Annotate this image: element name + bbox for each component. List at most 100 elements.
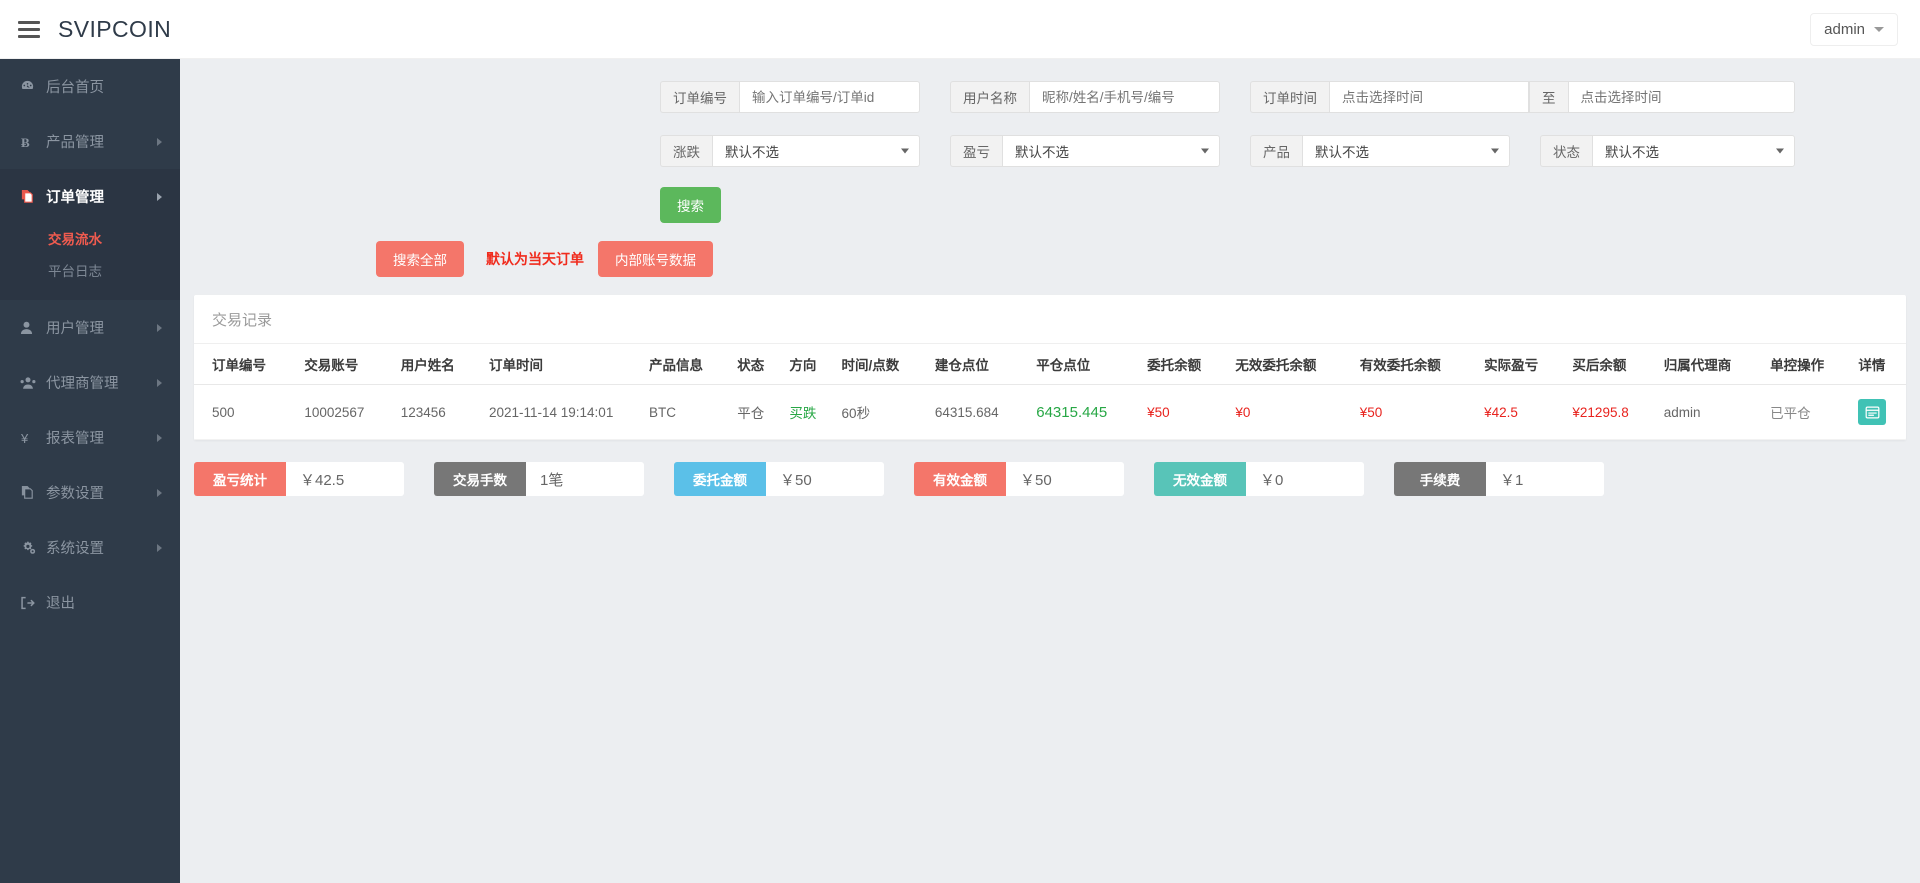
cell-close-price: 64315.445 [1030,384,1142,440]
sidebar-item-system-row[interactable]: 系统设置 [0,520,180,575]
stat-valid-amount: 有效金额 ￥50 [914,462,1124,496]
col-direction: 方向 [783,344,836,385]
sidebar-subitem-trade-flow[interactable]: 交易流水 [0,224,180,256]
order-time-to-input[interactable] [1567,81,1795,113]
chevron-down-icon [901,148,909,154]
filter-rise-fall: 涨跌 默认不选 [660,135,920,167]
stat-profit-total-label: 盈亏统计 [194,462,286,496]
col-open-price: 建仓点位 [928,344,1031,385]
user-menu-label: admin [1824,20,1865,38]
summary-stats: 盈亏统计 ￥42.5 交易手数 1笔 委托金额 ￥50 有效金额 ￥50 无效金… [194,462,1906,496]
user-name-input[interactable] [1029,81,1220,113]
filter-user-name: 用户名称 [950,81,1220,113]
sidebar-subitem-platform-log[interactable]: 平台日志 [0,256,180,288]
stat-trade-count-value: 1笔 [526,462,644,496]
stat-fee: 手续费 ￥1 [1394,462,1604,496]
sidebar-item-label: 退出 [46,596,75,612]
col-detail: 详情 [1852,344,1906,385]
filter-profit-loss-label: 盈亏 [950,135,1002,167]
filter-order-no-label: 订单编号 [660,81,739,113]
filter-product-label: 产品 [1250,135,1302,167]
stat-entrust-amount: 委托金额 ￥50 [674,462,884,496]
sidebar-item-dashboard-row[interactable]: 后台首页 [0,59,180,114]
filter-profit-loss: 盈亏 默认不选 [950,135,1220,167]
sidebar-item-order[interactable]: 订单管理 交易流水 平台日志 [0,169,180,300]
table-row[interactable]: 500 10002567 123456 2021-11-14 19:14:01 … [194,384,1906,440]
sidebar-item-product[interactable]: Ƀ 产品管理 [0,114,180,169]
sidebar-item-product-row[interactable]: Ƀ 产品管理 [0,114,180,169]
stat-valid-amount-value: ￥50 [1006,462,1124,496]
stat-trade-count: 交易手数 1笔 [434,462,644,496]
search-button[interactable]: 搜索 [660,187,721,223]
main-content: 订单编号 用户名称 订单时间 至 [180,59,1920,883]
user-menu-button[interactable]: admin [1810,12,1898,46]
page-title: SVIPCOIN [58,15,172,42]
filter-order-time-label: 订单时间 [1250,81,1329,113]
rise-fall-value: 默认不选 [725,145,779,160]
sidebar-item-params-row[interactable]: 参数设置 [0,465,180,520]
sidebar-item-params[interactable]: 参数设置 [0,465,180,520]
chevron-right-icon [157,543,162,552]
sidebar-item-agent[interactable]: 代理商管理 [0,355,180,410]
stat-fee-label: 手续费 [1394,462,1486,496]
hamburger-icon[interactable] [18,20,40,38]
stat-invalid-amount-label: 无效金额 [1154,462,1246,496]
cell-actual-profit: ¥42.5 [1478,384,1567,440]
sidebar-item-label: 订单管理 [46,190,104,206]
sidebar: 后台首页 Ƀ 产品管理 订单管理 交易流水 平台日志 用户管理 代理商管理 ¥ … [0,59,180,883]
rise-fall-select[interactable]: 默认不选 [712,135,920,167]
today-order-note: 默认为当天订单 [486,251,584,267]
cell-trade-account: 10002567 [298,384,395,440]
col-invalid-entrust-balance: 无效委托余额 [1229,344,1354,385]
order-time-separator: 至 [1529,81,1568,113]
sidebar-item-logout[interactable]: 退出 [0,575,180,630]
logout-icon [20,596,46,610]
chevron-right-icon [157,488,162,497]
col-close-price: 平仓点位 [1030,344,1142,385]
filter-order-no: 订单编号 [660,81,920,113]
cell-order-no: 500 [194,384,299,440]
internal-account-button[interactable]: 内部账号数据 [598,241,713,277]
users-icon [20,375,46,390]
sidebar-item-label: 报表管理 [46,431,104,447]
col-entrust-balance: 委托余额 [1141,344,1230,385]
bitcoin-icon: Ƀ [20,134,46,150]
filter-panel: 订单编号 用户名称 订单时间 至 [180,59,1920,277]
status-select[interactable]: 默认不选 [1592,135,1795,167]
detail-window-icon[interactable] [1858,399,1887,425]
profit-loss-value: 默认不选 [1015,145,1069,160]
file-copy-icon [20,485,46,500]
sidebar-item-label: 产品管理 [46,135,104,151]
sidebar-item-agent-row[interactable]: 代理商管理 [0,355,180,410]
cell-direction: 买跌 [783,384,836,440]
profit-loss-select[interactable]: 默认不选 [1002,135,1220,167]
chevron-right-icon [157,378,162,387]
search-all-button[interactable]: 搜索全部 [376,241,464,277]
sidebar-item-user-row[interactable]: 用户管理 [0,300,180,355]
col-order-time: 订单时间 [482,344,643,385]
product-select[interactable]: 默认不选 [1302,135,1510,167]
order-no-input[interactable] [739,81,920,113]
col-time-points: 时间/点数 [835,344,929,385]
cell-product: BTC [642,384,732,440]
sidebar-item-dashboard[interactable]: 后台首页 [0,59,180,114]
cell-order-time: 2021-11-14 19:14:01 [482,384,643,440]
sidebar-item-order-row[interactable]: 订单管理 [0,169,180,224]
order-time-from-input[interactable] [1329,81,1529,113]
col-order-no: 订单编号 [194,344,299,385]
col-user-name: 用户姓名 [394,344,483,385]
sidebar-subnav-order: 交易流水 平台日志 [0,224,180,300]
table-header-row: 订单编号 交易账号 用户姓名 订单时间 产品信息 状态 方向 时间/点数 建仓点… [194,344,1906,385]
sidebar-item-label: 代理商管理 [46,376,119,392]
chevron-right-icon [157,137,162,146]
stat-entrust-amount-label: 委托金额 [674,462,766,496]
sidebar-item-report[interactable]: ¥ 报表管理 [0,410,180,465]
sidebar-item-logout-row[interactable]: 退出 [0,575,180,630]
chevron-right-icon [157,433,162,442]
filter-rise-fall-label: 涨跌 [660,135,712,167]
sidebar-item-system[interactable]: 系统设置 [0,520,180,575]
filter-order-time: 订单时间 至 [1250,81,1795,113]
sidebar-item-user[interactable]: 用户管理 [0,300,180,355]
user-icon [20,320,46,335]
sidebar-item-report-row[interactable]: ¥ 报表管理 [0,410,180,465]
